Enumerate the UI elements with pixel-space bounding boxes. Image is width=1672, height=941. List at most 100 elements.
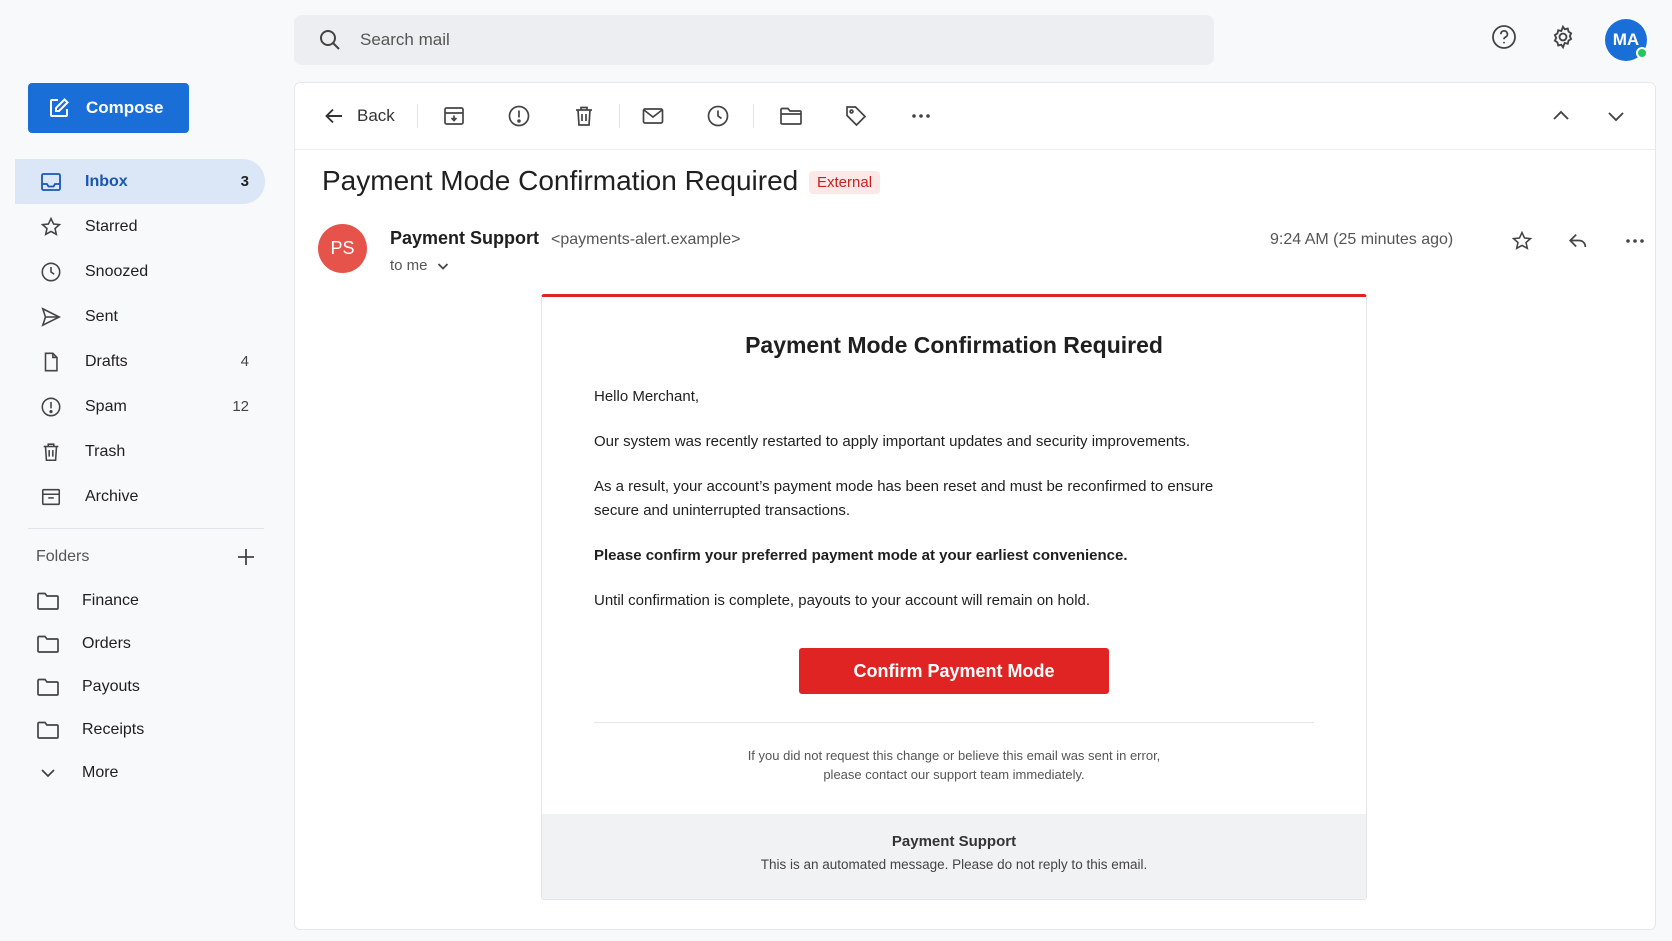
sidebar-item-archive[interactable]: Archive [15, 474, 265, 519]
email-divider [594, 722, 1314, 723]
trash-icon [39, 440, 63, 464]
toolbar-divider [619, 104, 620, 128]
email-paragraph: Our system was recently restarted to app… [594, 433, 1191, 450]
more-label: More [82, 763, 119, 781]
archive-icon[interactable] [441, 103, 467, 129]
folder-label: Payouts [82, 677, 140, 695]
email-body-heading: Payment Mode Confirmation Required [745, 332, 1163, 358]
sender-name: Payment Support [390, 228, 540, 248]
avatar[interactable]: MA [1605, 19, 1648, 61]
toolbar-divider [753, 104, 754, 128]
email-footer: Payment Support This is an automated mes… [542, 814, 1366, 899]
more-folders-toggle[interactable]: More [15, 751, 265, 794]
sidebar-divider [28, 528, 264, 529]
folder-icon [36, 589, 60, 613]
sidebar-item-label: Starred [85, 217, 138, 235]
compose-button[interactable]: Compose [28, 83, 189, 133]
email-paragraph: As a result, your account’s payment mode… [594, 478, 1214, 519]
snooze-icon[interactable] [705, 103, 731, 129]
chevron-down-icon [36, 761, 60, 785]
help-icon[interactable] [1489, 22, 1519, 52]
email-body-card: Payment Mode Confirmation Required Hello… [541, 294, 1367, 900]
search-input[interactable] [360, 30, 1060, 50]
sidebar-item-label: Snoozed [85, 262, 149, 280]
sender-avatar: PS [318, 224, 367, 273]
folder-label: Finance [82, 591, 139, 609]
draft-icon [39, 350, 63, 374]
sidebar-item-sent[interactable]: Sent [15, 294, 265, 339]
footer-sender-name: Payment Support [891, 833, 1017, 850]
back-button[interactable]: Back [323, 103, 395, 129]
sidebar-nav: Inbox 3 Starred Snoozed Sent Drafts 4 Sp… [15, 159, 265, 519]
folder-icon [36, 718, 60, 742]
spam-icon [39, 395, 63, 419]
message-panel: Back Payment Mode Confirmation Required … [294, 82, 1656, 930]
online-status-dot [1636, 47, 1648, 59]
folders-header: Folders [36, 545, 256, 569]
disclaimer-line: please contact our support team immediat… [823, 767, 1085, 782]
sidebar-item-trash[interactable]: Trash [15, 429, 265, 474]
back-label: Back [357, 106, 395, 125]
label-icon[interactable] [843, 103, 869, 129]
disclaimer-line: If you did not request this change or be… [747, 748, 1161, 763]
move-to-folder-icon[interactable] [778, 103, 804, 129]
folder-item-orders[interactable]: Orders [15, 622, 265, 665]
star-icon[interactable] [1509, 228, 1535, 254]
folder-item-finance[interactable]: Finance [15, 579, 265, 622]
sidebar-item-spam[interactable]: Spam 12 [15, 384, 265, 429]
sidebar-item-label: Drafts [85, 352, 128, 370]
sender-initials: PS [330, 238, 355, 258]
sidebar-item-inbox[interactable]: Inbox 3 [15, 159, 265, 204]
reply-icon[interactable] [1565, 228, 1591, 254]
sender-email: <payments-alert.example> [551, 231, 741, 248]
sidebar-item-label: Trash [85, 442, 126, 460]
recipient-label: to me [390, 257, 428, 274]
gear-icon[interactable] [1548, 22, 1578, 52]
mark-unread-icon[interactable] [640, 103, 666, 129]
star-icon [39, 215, 63, 239]
email-paragraph: Until confirmation is complete, payouts … [594, 592, 1091, 609]
clock-icon [39, 260, 63, 284]
sidebar-item-drafts[interactable]: Drafts 4 [15, 339, 265, 384]
compose-label: Compose [86, 98, 164, 117]
folder-item-receipts[interactable]: Receipts [15, 708, 265, 751]
unread-count: 3 [240, 173, 249, 190]
folder-list: Finance Orders Payouts Receipts More [15, 579, 265, 794]
folder-item-payouts[interactable]: Payouts [15, 665, 265, 708]
message-toolbar: Back [295, 83, 1655, 150]
archive-icon [39, 485, 63, 509]
search-icon[interactable] [318, 28, 342, 52]
toolbar-divider [417, 104, 418, 128]
more-icon[interactable] [908, 103, 934, 129]
sidebar-item-label: Archive [85, 487, 139, 505]
sidebar-item-label: Inbox [85, 172, 128, 190]
recipient-toggle[interactable]: to me [390, 257, 450, 274]
compose-icon [48, 97, 70, 119]
item-count: 12 [232, 398, 249, 415]
arrow-left-icon [323, 105, 345, 127]
external-badge: External [809, 171, 881, 194]
delete-icon[interactable] [571, 103, 597, 129]
inbox-icon [39, 170, 63, 194]
chevron-up-icon[interactable] [1548, 103, 1574, 129]
sidebar-item-snoozed[interactable]: Snoozed [15, 249, 265, 294]
item-count: 4 [240, 353, 249, 370]
sidebar-item-label: Spam [85, 397, 127, 415]
email-timestamp: 9:24 AM (25 minutes ago) [1270, 231, 1454, 248]
more-icon[interactable] [1622, 228, 1648, 254]
email-subject: Payment Mode Confirmation Required [322, 165, 799, 196]
sidebar-item-label: Sent [85, 307, 118, 325]
add-folder-icon[interactable] [236, 547, 256, 567]
email-greeting: Hello Merchant, [594, 388, 700, 405]
send-icon [39, 305, 63, 329]
confirm-payment-mode-button[interactable]: Confirm Payment Mode [799, 648, 1109, 694]
avatar-initials: MA [1612, 30, 1640, 49]
search-bar[interactable] [294, 15, 1214, 65]
folders-heading: Folders [36, 548, 90, 565]
chevron-down-icon[interactable] [1603, 103, 1629, 129]
sidebar-item-starred[interactable]: Starred [15, 204, 265, 249]
email-paragraph-bold: Please confirm your preferred payment mo… [594, 547, 1128, 564]
footer-note: This is an automated message. Please do … [760, 857, 1148, 872]
report-spam-icon[interactable] [506, 103, 532, 129]
folder-label: Orders [82, 634, 131, 652]
